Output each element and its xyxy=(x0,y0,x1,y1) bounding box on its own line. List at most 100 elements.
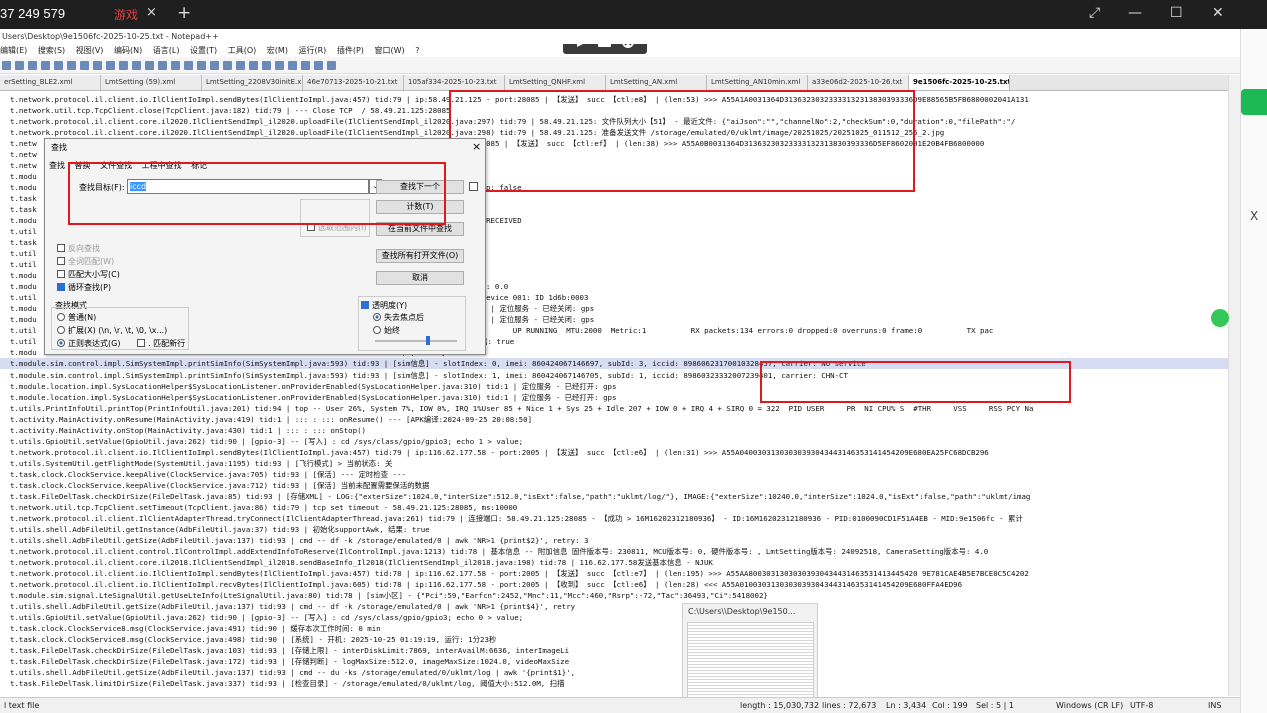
editor-line[interactable]: t.task.FileDelTask.limitDirSize(FileDelT… xyxy=(10,678,564,689)
menu-help[interactable]: ? xyxy=(415,46,419,55)
wrap-icon[interactable] xyxy=(210,61,219,70)
menu-window[interactable]: 窗口(W) xyxy=(374,46,404,55)
file-tab[interactable]: LmtSetting_AN10min.xml xyxy=(707,75,808,90)
trans-lose-focus-radio[interactable]: 失去焦点后 xyxy=(373,312,424,323)
file-tab[interactable]: LmtSetting_AN.xml xyxy=(606,75,707,90)
side-close-icon[interactable]: X xyxy=(1250,209,1258,223)
mode-extended-radio[interactable]: 扩展(X) (\n, \r, \t, \0, \x...) xyxy=(57,325,167,336)
editor-line[interactable]: t.utils.shell.AdbFileUtil.getInstance(Ad… xyxy=(10,524,430,535)
transparency-checkbox[interactable]: 透明度(Y) xyxy=(361,300,407,311)
record-icon[interactable] xyxy=(301,61,310,70)
mode-normal-radio[interactable]: 普通(N) xyxy=(57,312,96,323)
zoom-out-icon[interactable] xyxy=(184,61,193,70)
print-icon[interactable] xyxy=(67,61,76,70)
editor-line[interactable]: t.module.location.impl.SysLocationHelper… xyxy=(10,381,616,392)
editor-line[interactable]: t.network.protocol.il.client.core.il2018… xyxy=(10,557,713,568)
copy-icon[interactable] xyxy=(93,61,102,70)
trans-always-radio[interactable]: 始终 xyxy=(373,325,400,336)
match-case-checkbox[interactable]: 匹配大小写(C) xyxy=(57,269,120,280)
file-tab[interactable]: 105af334-2025-10-23.txt xyxy=(404,75,505,90)
menu-view[interactable]: 视图(V) xyxy=(76,46,104,55)
menu-settings[interactable]: 设置(T) xyxy=(190,46,217,55)
editor-line[interactable]: t.network.protocol.il.client.IlClientAda… xyxy=(10,513,1023,524)
save-icon[interactable] xyxy=(28,61,37,70)
editor-line[interactable]: t.utils.SystemUtil.getFlightMode(SystemU… xyxy=(10,458,392,469)
editor-line[interactable]: t.network.protocol.il.client.io.IlClient… xyxy=(10,447,989,458)
editor-line[interactable]: t.module.location.impl.SysLocationHelper… xyxy=(10,392,616,403)
doc-map-icon[interactable] xyxy=(249,61,258,70)
editor-line[interactable]: t.module.sim.signal.LteSignalUtil.getUse… xyxy=(10,590,768,601)
editor-line[interactable]: t.activity.MainActivity.onResume(MainAct… xyxy=(10,414,532,425)
editor-line[interactable]: t.utils.GpioUtil.setValue(GpioUtil.java:… xyxy=(10,612,523,623)
backward-checkbox[interactable]: 反向查找 xyxy=(57,243,100,254)
new-tab-button[interactable]: + xyxy=(177,3,191,23)
editor-line[interactable]: t.utils.shell.AdbFileUtil.getSize(AdbFil… xyxy=(10,535,588,546)
wrap-around-checkbox[interactable]: 循环查找(P) xyxy=(57,282,111,293)
editor-line[interactable]: t.task.FileDelTask.checkDirSize(FileDelT… xyxy=(10,491,1030,502)
paste-icon[interactable] xyxy=(106,61,115,70)
function-list-icon[interactable] xyxy=(262,61,271,70)
editor-line[interactable]: t.network.util.tcp.TcpClient.setTimeout(… xyxy=(10,502,517,513)
open-file-icon[interactable] xyxy=(15,61,24,70)
menu-encoding[interactable]: 编码(N) xyxy=(114,46,142,55)
menu-search[interactable]: 搜索(S) xyxy=(38,46,65,55)
replace-icon[interactable] xyxy=(158,61,167,70)
close-icon[interactable] xyxy=(54,61,63,70)
menu-macro[interactable]: 宏(M) xyxy=(267,46,288,55)
editor-line[interactable]: t.util xyxy=(10,259,37,270)
file-tab[interactable]: 46e70713-2025-10-21.txt xyxy=(303,75,404,90)
vertical-scrollbar[interactable] xyxy=(1228,75,1240,696)
new-file-icon[interactable] xyxy=(2,61,11,70)
editor-line[interactable]: t.task.FileDelTask.checkDirSize(FileDelT… xyxy=(10,656,569,667)
minimize-button[interactable]: — xyxy=(1128,5,1142,21)
close-button[interactable]: ✕ xyxy=(1212,5,1224,21)
all-chars-icon[interactable] xyxy=(223,61,232,70)
sync-badge-icon[interactable] xyxy=(1211,309,1229,327)
editor-line[interactable]: t.task.FileDelTask.checkDirSize(FileDelT… xyxy=(10,645,774,656)
green-app-icon[interactable] xyxy=(1241,89,1267,115)
maximize-button[interactable]: ☐ xyxy=(1170,5,1183,21)
editor-line[interactable]: t.task.clock.ClockService.keepAlive(Cloc… xyxy=(10,480,429,491)
editor-line[interactable]: t.utils.PrintInfoUtil.printTop(PrintInfo… xyxy=(10,403,1033,414)
editor-line[interactable]: t.task.clock.ClockService8.msg(ClockServ… xyxy=(10,623,381,634)
editor-line[interactable]: t.task.clock.ClockService8.msg(ClockServ… xyxy=(10,634,496,645)
menu-plugins[interactable]: 插件(P) xyxy=(337,46,364,55)
cut-icon[interactable] xyxy=(80,61,89,70)
editor-line[interactable]: t.network.util.tcp.TcpClient.close(TcpCl… xyxy=(10,105,451,116)
find-next-option-checkbox[interactable] xyxy=(469,182,478,191)
expand-icon[interactable]: ⤢ xyxy=(1089,5,1100,21)
folder-icon[interactable] xyxy=(275,61,284,70)
monitor-icon[interactable] xyxy=(288,61,297,70)
mode-regex-radio[interactable]: 正则表达式(G) xyxy=(57,338,120,349)
file-tab[interactable]: LmtSetting (59).xml xyxy=(101,75,202,90)
editor-line[interactable]: t.task.clock.ClockService.keepAlive(Cloc… xyxy=(10,469,406,480)
editor-line[interactable]: t.module.sim.control.impl.SimSystemImpl.… xyxy=(10,370,848,381)
stop-record-icon[interactable] xyxy=(314,61,323,70)
cancel-button[interactable]: 取消 xyxy=(376,271,464,285)
zoom-in-icon[interactable] xyxy=(171,61,180,70)
find-icon[interactable] xyxy=(145,61,154,70)
file-tab[interactable]: LmtSetting_2208V30initE.xml xyxy=(202,75,303,90)
indent-guide-icon[interactable] xyxy=(236,61,245,70)
menu-tools[interactable]: 工具(O) xyxy=(228,46,257,55)
tab-close-icon[interactable]: × xyxy=(146,5,157,20)
transparency-slider[interactable] xyxy=(375,340,457,342)
dialog-close-icon[interactable]: × xyxy=(472,140,481,153)
editor-line[interactable]: t.task xyxy=(10,204,37,215)
editor-line[interactable]: t.network.protocol.il.client.io.IlClient… xyxy=(10,568,1029,579)
save-all-icon[interactable] xyxy=(41,61,50,70)
editor-line[interactable]: t.utils.GpioUtil.setValue(GpioUtil.java:… xyxy=(10,436,523,447)
sync-icon[interactable] xyxy=(197,61,206,70)
play-icon[interactable] xyxy=(327,61,336,70)
menu-edit[interactable]: 编辑(E) xyxy=(0,46,27,55)
undo-icon[interactable] xyxy=(119,61,128,70)
editor-line[interactable]: t.utils.shell.AdbFileUtil.getSize(AdbFil… xyxy=(10,601,575,612)
editor-line[interactable]: t.utils.shell.AdbFileUtil.getSize(AdbFil… xyxy=(10,667,575,678)
dot-newline-checkbox[interactable]: . 匹配新行 xyxy=(137,338,185,349)
whole-word-checkbox[interactable]: 全词匹配(W) xyxy=(57,256,114,267)
find-all-open-button[interactable]: 查找所有打开文件(O) xyxy=(376,249,464,263)
taskbar-thumbnail[interactable]: C:\Users\\Desktop\9e150... xyxy=(682,603,818,703)
editor-line[interactable]: t.network.protocol.il.client.io.IlClient… xyxy=(10,579,962,590)
tab-find[interactable]: 查找 xyxy=(49,161,65,170)
redo-icon[interactable] xyxy=(132,61,141,70)
